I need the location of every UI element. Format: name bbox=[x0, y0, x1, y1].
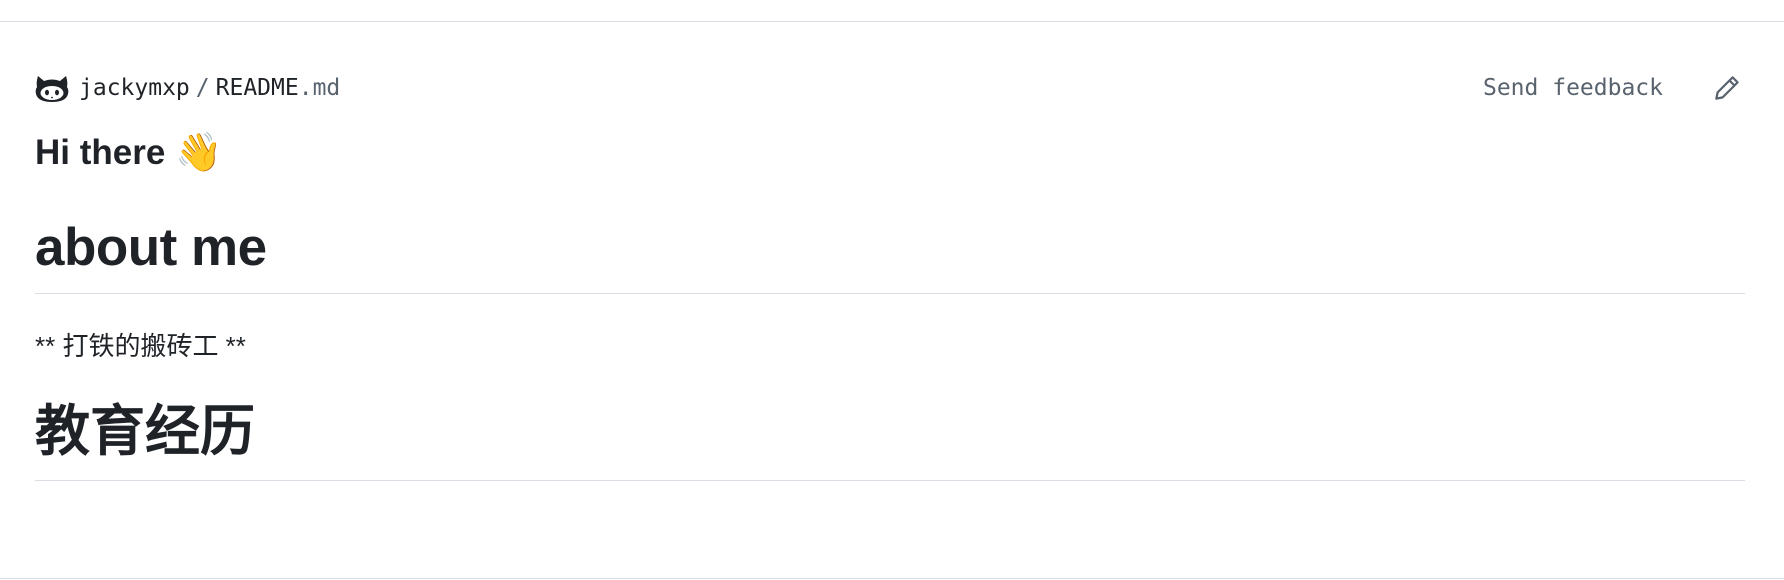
top-divider bbox=[0, 21, 1784, 22]
bottom-divider bbox=[0, 578, 1784, 579]
readme-panel: jackymxp / README .md Send feedback Hi th… bbox=[35, 66, 1745, 481]
pencil-icon bbox=[1715, 76, 1739, 100]
file-extension: .md bbox=[298, 75, 341, 101]
education-heading: 教育经历 bbox=[35, 400, 1745, 481]
octocat-icon bbox=[35, 72, 69, 104]
file-path: jackymxp / README .md bbox=[79, 75, 340, 101]
edit-button[interactable] bbox=[1709, 70, 1745, 106]
about-me-text: ** 打铁的搬砖工 ** bbox=[35, 330, 246, 361]
waving-hand-icon: 👋 bbox=[175, 132, 223, 174]
about-me-heading: about me bbox=[35, 218, 1745, 294]
path-separator: / bbox=[195, 75, 210, 101]
repo-owner-link[interactable]: jackymxp bbox=[79, 75, 190, 101]
readme-header: jackymxp / README .md Send feedback bbox=[35, 66, 1745, 110]
file-name: README bbox=[215, 75, 299, 101]
greeting-text: Hi there bbox=[35, 133, 166, 172]
greeting-heading: Hi there 👋 bbox=[35, 132, 1745, 174]
send-feedback-link[interactable]: Send feedback bbox=[1483, 75, 1663, 101]
header-actions: Send feedback bbox=[1483, 66, 1745, 110]
